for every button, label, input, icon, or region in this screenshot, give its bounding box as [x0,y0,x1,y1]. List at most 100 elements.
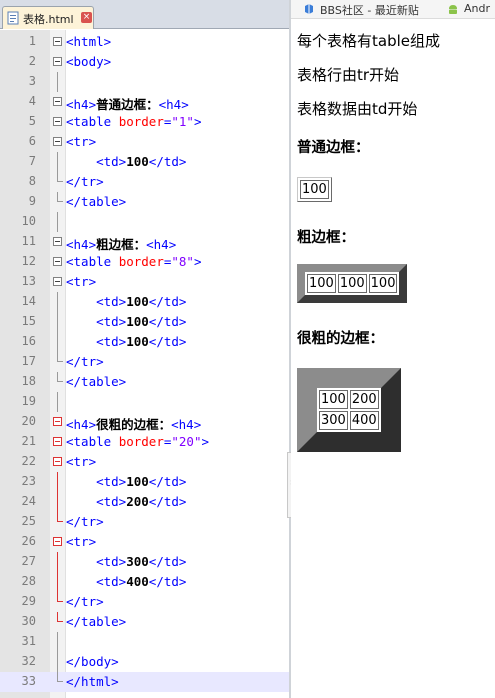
line-number: 17 [21,354,36,368]
code-token-tag: > [201,434,210,449]
fold-toggle-icon[interactable] [53,117,62,126]
code-editor[interactable]: 表格.html × 1 <html> 2 <body> 3 4 <h4>普通边框：<h4> 5… [0,0,289,698]
code-token-sp [66,574,96,589]
fold-toggle-icon[interactable] [53,537,62,546]
fold-toggle-icon[interactable] [53,57,62,66]
table-cell: 100 [368,274,398,293]
fold-toggle-icon[interactable] [53,97,62,106]
code-line[interactable]: 21 <table border="20"> [0,432,289,452]
code-line[interactable]: 25 </tr> [0,512,289,532]
code-token-txt: 100 [126,154,149,169]
fold-toggle-icon[interactable] [53,257,62,266]
code-text: <table border="20"> [66,434,209,449]
code-line[interactable]: 33 </html> [0,672,289,692]
editor-tab-bar: 表格.html × [0,0,289,29]
fold-end-marker [57,592,63,602]
code-token-tag: > [193,254,202,269]
fold-guide [57,332,58,352]
fold-guide [57,292,58,312]
line-number: 18 [21,374,36,388]
code-line[interactable]: 15 <td>100</td> [0,312,289,332]
close-icon[interactable]: × [81,12,92,23]
fold-toggle-icon[interactable] [53,277,62,286]
code-line[interactable]: 30 </table> [0,612,289,632]
fold-toggle-icon[interactable] [53,437,62,446]
code-text: <td>100</td> [66,474,186,489]
code-token-tag: </tr> [66,514,104,529]
code-line[interactable]: 3 [0,72,289,92]
line-number: 6 [28,134,36,148]
code-line[interactable]: 29 </tr> [0,592,289,612]
code-token-tag: <h4> [171,417,202,432]
code-line[interactable]: 4 <h4>普通边框：<h4> [0,92,289,112]
code-line[interactable]: 27 <td>300</td> [0,552,289,572]
code-text: <body> [66,54,111,69]
code-line[interactable]: 19 [0,392,289,412]
code-line[interactable]: 9 </table> [0,192,289,212]
code-line[interactable]: 28 <td>400</td> [0,572,289,592]
line-number: 28 [21,574,36,588]
bookmark-bbs-label: BBS社区 - 最近新贴 [320,4,419,17]
fold-end-marker [57,672,63,682]
fold-end-marker [57,612,63,622]
code-line[interactable]: 12 <table border="8"> [0,252,289,272]
code-token-tag: </td> [148,474,187,489]
code-text: </table> [66,374,126,389]
code-line[interactable]: 11 <h4>粗边框：<h4> [0,232,289,252]
code-line[interactable]: 7 <td>100</td> [0,152,289,172]
code-line[interactable]: 13 <tr> [0,272,289,292]
line-number: 1 [28,34,36,48]
code-line[interactable]: 16 <td>100</td> [0,332,289,352]
code-line[interactable]: 26 <tr> [0,532,289,552]
code-token-tag: <td> [96,574,127,589]
code-line[interactable]: 6 <tr> [0,132,289,152]
fold-toggle-icon[interactable] [53,237,62,246]
fold-toggle-icon[interactable] [53,417,62,426]
code-line[interactable]: 1 <html> [0,32,289,52]
fold-end-marker [57,372,63,382]
line-number: 27 [21,554,36,568]
fold-toggle-icon[interactable] [53,37,62,46]
code-line[interactable]: 23 <td>100</td> [0,472,289,492]
code-text: <td>200</td> [66,494,186,509]
code-area[interactable]: 1 <html> 2 <body> 3 4 <h4>普通边框：<h4> 5 <table bor… [0,32,289,692]
code-token-tag: </tr> [66,174,104,189]
code-token-sp [66,294,96,309]
fold-toggle-icon[interactable] [53,457,62,466]
code-token-txt: 粗边框： [96,237,147,252]
code-line[interactable]: 24 <td>200</td> [0,492,289,512]
fold-end-marker [57,352,63,362]
line-number: 2 [28,54,36,68]
code-line[interactable]: 14 <td>100</td> [0,292,289,312]
code-line[interactable]: 20 <h4>很粗的边框：<h4> [0,412,289,432]
code-line[interactable]: 32 </body> [0,652,289,672]
code-line[interactable]: 18 </table> [0,372,289,392]
code-text: <h4>粗边框：<h4> [66,234,176,253]
code-token-tag: <h4> [158,97,189,112]
code-token-tag: <table [66,114,119,129]
code-token-tag: </td> [148,334,187,349]
heading-very-thick-border: 很粗的边框： [297,331,384,347]
code-line[interactable]: 2 <body> [0,52,289,72]
code-text: </html> [66,674,119,689]
code-token-str: "1" [171,114,194,129]
fold-guide [57,312,58,332]
file-icon [7,11,19,25]
code-line[interactable]: 10 [0,212,289,232]
code-token-sp [66,334,96,349]
android-icon [449,5,457,14]
code-token-tag: </html> [66,674,119,689]
code-token-tag: <h4> [146,237,177,252]
fold-toggle-icon[interactable] [53,137,62,146]
bbs-icon [305,4,313,14]
code-line[interactable]: 31 [0,632,289,652]
file-tab[interactable]: 表格.html × [2,6,94,29]
code-line[interactable]: 5 <table border="1"> [0,112,289,132]
code-text: <td>100</td> [66,154,186,169]
code-line[interactable]: 17 </tr> [0,352,289,372]
code-line[interactable]: 8 </tr> [0,172,289,192]
code-line[interactable]: 22 <tr> [0,452,289,472]
line-number: 3 [28,74,36,88]
line-number: 29 [21,594,36,608]
code-token-tag: </td> [148,314,187,329]
